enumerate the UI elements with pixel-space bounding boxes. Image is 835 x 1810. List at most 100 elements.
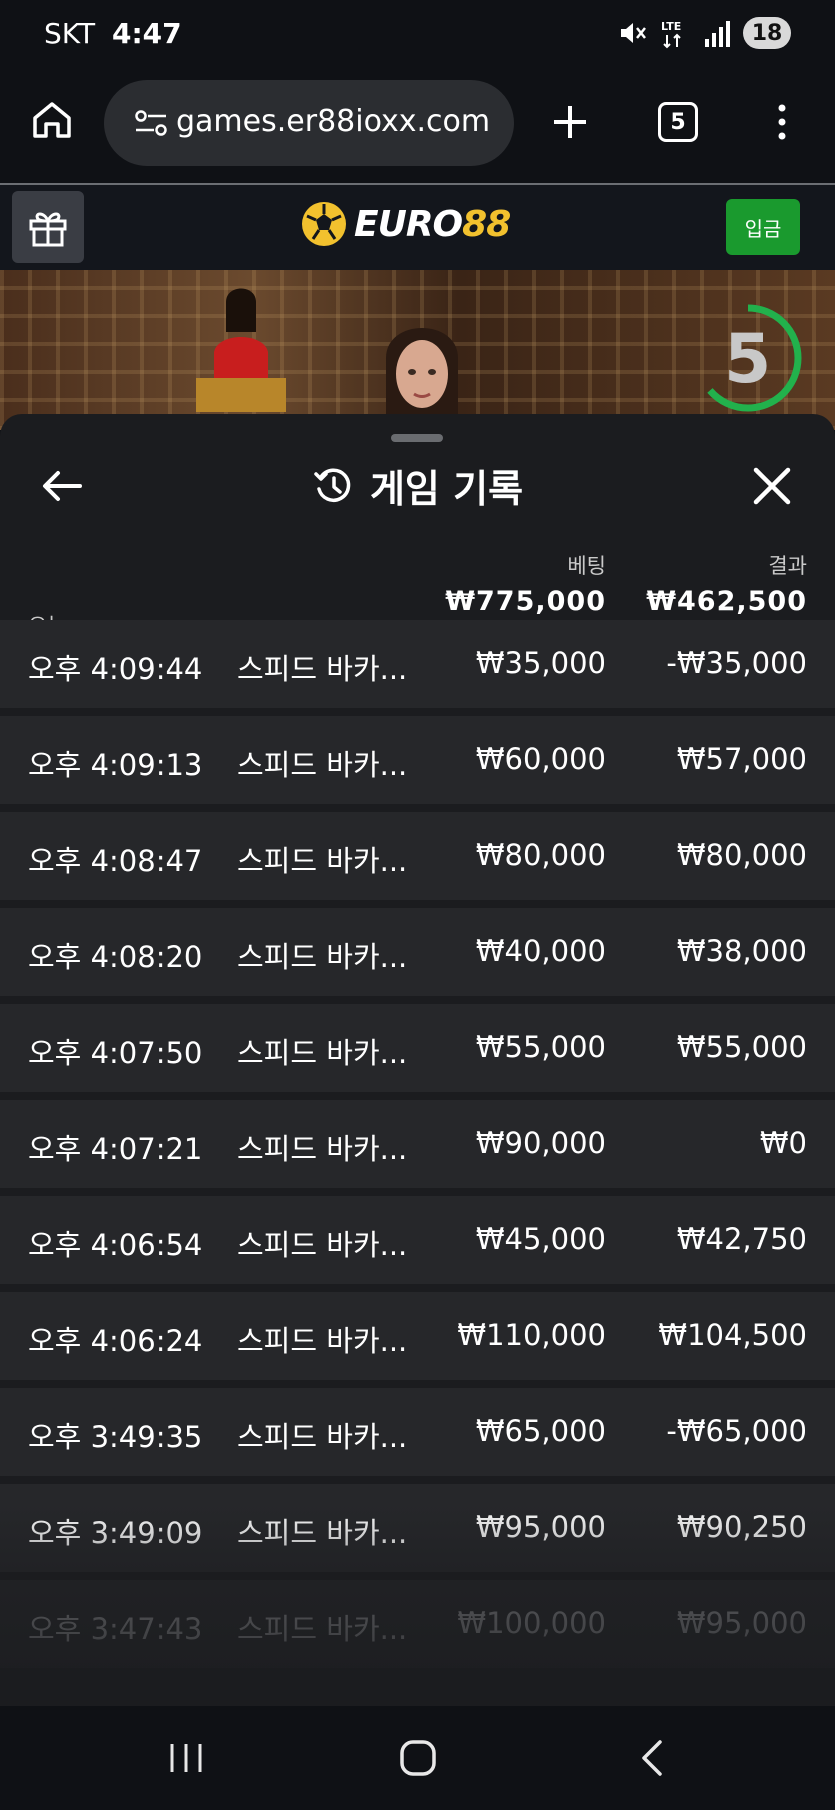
row-time: 오후 4:09:13 (28, 748, 203, 782)
history-row[interactable]: 오후 4:08:20 스피드 바카... ₩40,000 ₩38,000 (0, 908, 835, 996)
result-total: ₩462,500 (646, 586, 807, 617)
row-bet: ₩100,000 (457, 1606, 606, 1640)
bet-column-label: 베팅 (567, 554, 606, 578)
logo-text-accent: 88 (462, 203, 511, 245)
countdown-timer: 5 (694, 304, 802, 412)
row-result: ₩38,000 (676, 934, 807, 968)
site-settings-icon[interactable] (134, 108, 168, 138)
row-time: 오후 4:09:44 (28, 652, 203, 686)
row-bet: ₩90,000 (475, 1126, 606, 1160)
row-game: 스피드 바카... (237, 1132, 408, 1166)
row-game: 스피드 바카... (237, 1612, 408, 1646)
row-bet: ₩95,000 (475, 1510, 606, 1544)
status-time: 4:47 (111, 17, 182, 50)
mute-icon (621, 23, 646, 43)
logo-text: EURO88 (354, 203, 511, 245)
url-text: games.er88ioxx.com (176, 104, 491, 139)
history-row[interactable]: 오후 4:08:47 스피드 바카... ₩80,000 ₩80,000 (0, 812, 835, 900)
network-type: LTE (661, 20, 681, 33)
home-nav-icon[interactable] (398, 1738, 438, 1778)
row-time: 오후 4:07:50 (28, 1036, 203, 1070)
more-menu-icon[interactable] (770, 102, 794, 142)
row-game: 스피드 바카... (237, 1516, 408, 1550)
system-nav-bar (0, 1706, 835, 1810)
row-bet: ₩55,000 (475, 1030, 606, 1064)
status-carrier: SKT 4:47 (44, 17, 182, 50)
site-header: EURO88 입금 (0, 185, 835, 270)
row-bet: ₩40,000 (475, 934, 606, 968)
history-row[interactable]: 오후 3:49:09 스피드 바카... ₩95,000 ₩90,250 (0, 1484, 835, 1572)
battery-badge: 18 (743, 17, 791, 49)
tab-switcher-button[interactable]: 5 (658, 102, 698, 142)
row-time: 오후 3:49:09 (28, 1516, 203, 1550)
row-result: ₩104,500 (658, 1318, 807, 1352)
row-bet: ₩45,000 (475, 1222, 606, 1256)
row-result: ₩95,000 (676, 1606, 807, 1640)
row-result: ₩57,000 (676, 742, 807, 776)
bet-total: ₩775,000 (445, 586, 606, 617)
lte-icon: LTE (661, 20, 681, 49)
browser-toolbar: games.er88ioxx.com 5 (0, 68, 835, 184)
logo-text-main: EURO (354, 203, 463, 245)
row-bet: ₩110,000 (457, 1318, 606, 1352)
row-result: ₩55,000 (676, 1030, 807, 1064)
new-tab-icon[interactable] (550, 102, 590, 142)
result-column-label: 결과 (768, 554, 807, 578)
site-logo[interactable]: EURO88 (300, 199, 511, 249)
history-row[interactable]: 오후 3:49:35 스피드 바카... ₩65,000 -₩65,000 (0, 1388, 835, 1476)
gift-icon (29, 212, 67, 247)
row-time: 오후 4:07:21 (28, 1132, 203, 1166)
row-bet: ₩35,000 (475, 646, 606, 680)
history-row[interactable]: 오후 4:07:21 스피드 바카... ₩90,000 ₩0 (0, 1100, 835, 1188)
row-result: ₩90,250 (676, 1510, 807, 1544)
row-game: 스피드 바카... (237, 940, 408, 974)
live-video-feed: 5 (0, 270, 835, 430)
home-icon[interactable] (30, 98, 74, 142)
row-game: 스피드 바카... (237, 1324, 408, 1358)
recents-icon[interactable] (166, 1740, 206, 1776)
row-result: ₩80,000 (676, 838, 807, 872)
history-row[interactable]: 오후 4:06:24 스피드 바카... ₩110,000 ₩104,500 (0, 1292, 835, 1380)
row-bet: ₩65,000 (475, 1414, 606, 1448)
row-time: 오후 4:06:54 (28, 1228, 203, 1262)
status-bar: SKT 4:47 LTE 18 (0, 0, 835, 68)
row-time: 오후 3:47:43 (28, 1612, 203, 1646)
history-row[interactable]: 오후 4:06:54 스피드 바카... ₩45,000 ₩42,750 (0, 1196, 835, 1284)
row-bet: ₩60,000 (475, 742, 606, 776)
signal-icon (705, 21, 730, 47)
row-result: ₩42,750 (676, 1222, 807, 1256)
carrier-name: SKT (44, 17, 96, 50)
history-icon (314, 468, 351, 502)
row-time: 오후 4:06:24 (28, 1324, 203, 1358)
back-nav-icon[interactable] (636, 1736, 666, 1780)
sheet-title: 게임 기록 (0, 458, 835, 513)
row-game: 스피드 바카... (237, 748, 408, 782)
deposit-button[interactable]: 입금 (726, 199, 800, 255)
row-game: 스피드 바카... (237, 1420, 408, 1454)
status-indicators: LTE 18 (617, 17, 791, 49)
sheet-title-text: 게임 기록 (369, 467, 524, 511)
history-list: 오후 4:09:44 스피드 바카... ₩35,000 -₩35,000 오후… (0, 620, 835, 1676)
row-result: -₩35,000 (666, 646, 807, 680)
sheet-grabber[interactable] (391, 434, 443, 442)
history-row[interactable]: 오후 4:09:13 스피드 바카... ₩60,000 ₩57,000 (0, 716, 835, 804)
countdown-value: 5 (724, 320, 771, 399)
row-game: 스피드 바카... (237, 844, 408, 878)
row-time: 오후 4:08:47 (28, 844, 203, 878)
address-bar[interactable]: games.er88ioxx.com (104, 80, 514, 166)
row-game: 스피드 바카... (237, 1036, 408, 1070)
row-time: 오후 3:49:35 (28, 1420, 203, 1454)
row-game: 스피드 바카... (237, 1228, 408, 1262)
close-icon[interactable] (750, 464, 794, 508)
history-row[interactable]: 오후 3:47:43 스피드 바카... ₩100,000 ₩95,000 (0, 1580, 835, 1668)
history-row[interactable]: 오후 4:09:44 스피드 바카... ₩35,000 -₩35,000 (0, 620, 835, 708)
row-time: 오후 4:08:20 (28, 940, 203, 974)
row-result: -₩65,000 (666, 1414, 807, 1448)
soccer-ball-icon (302, 202, 346, 246)
gift-button[interactable] (12, 191, 84, 263)
game-history-sheet: 게임 기록 오늘 베팅 ₩775,000 결과 ₩462,500 오후 4:09… (0, 414, 835, 1706)
dealer-figure (196, 288, 286, 412)
row-game: 스피드 바카... (237, 652, 408, 686)
history-row[interactable]: 오후 4:07:50 스피드 바카... ₩55,000 ₩55,000 (0, 1004, 835, 1092)
row-bet: ₩80,000 (475, 838, 606, 872)
